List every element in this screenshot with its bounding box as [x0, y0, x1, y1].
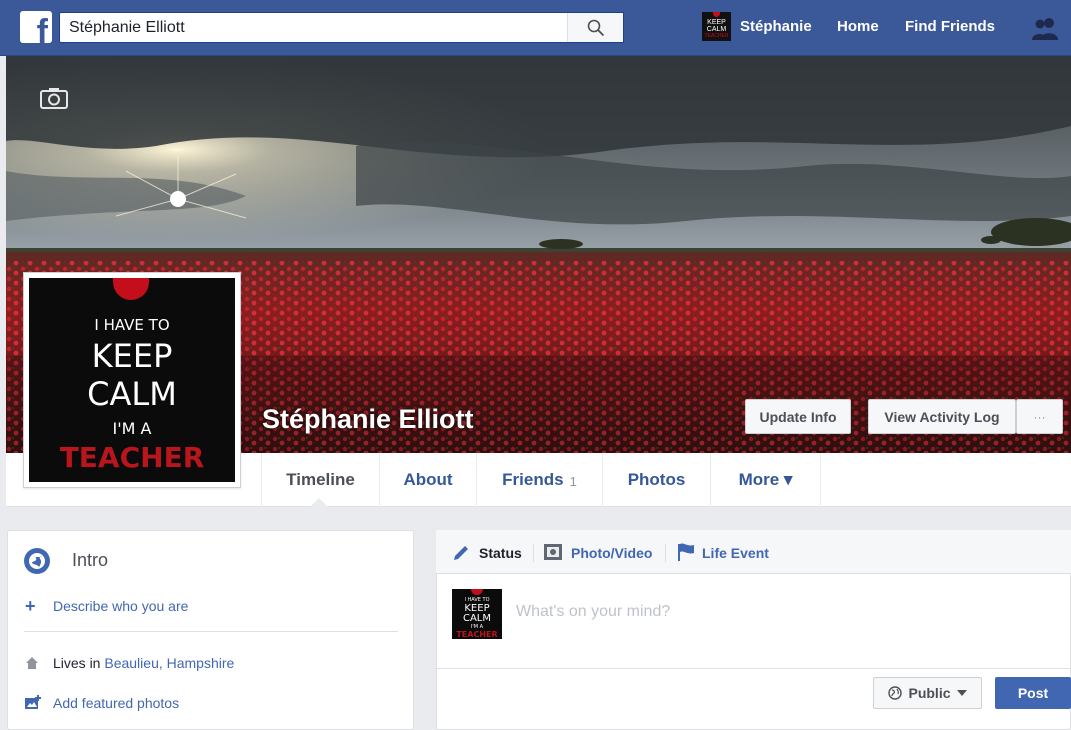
nav-find-friends-link[interactable]: Find Friends [905, 18, 995, 35]
composer-photo-video-tab[interactable]: Photo/Video [571, 545, 652, 561]
composer-avatar[interactable]: I HAVE TO KEEP CALM I'M A TEACHER [452, 589, 502, 639]
photo-add-icon [25, 695, 41, 709]
profile-picture[interactable]: I HAVE TO KEEP CALM I'M A TEACHER [23, 272, 241, 488]
more-options-button[interactable]: ··· [1016, 399, 1063, 434]
friend-requests-icon[interactable] [1030, 16, 1060, 40]
add-featured-photos-link[interactable]: Add featured photos [53, 695, 179, 711]
composer-separator [665, 544, 666, 562]
nav-profile-link[interactable]: Stéphanie [740, 18, 812, 35]
post-button[interactable]: Post [995, 677, 1071, 709]
photo-icon [544, 544, 562, 560]
lives-in-row: Lives in Beaulieu, Hampshire [53, 655, 235, 671]
flag-icon [678, 543, 694, 561]
home-icon [26, 657, 38, 669]
tab-about[interactable]: About [380, 453, 477, 507]
composer-separator [533, 544, 534, 562]
search-box [59, 12, 624, 43]
intro-title: Intro [72, 550, 109, 570]
tab-more[interactable]: More ▾ [711, 453, 821, 507]
lives-in-place-link[interactable]: Beaulieu, Hampshire [104, 655, 234, 671]
audience-selector-button[interactable]: Public [873, 677, 982, 709]
composer-life-event-tab[interactable]: Life Event [702, 545, 769, 561]
top-navigation-bar: f KEEP CALM TEACHER Stéphanie Home Find … [0, 0, 1071, 56]
active-tab-caret [310, 498, 328, 507]
intro-divider [24, 631, 398, 632]
search-icon [587, 19, 604, 36]
pencil-icon [454, 546, 468, 560]
nav-avatar[interactable]: KEEP CALM TEACHER [702, 12, 731, 41]
tab-photos[interactable]: Photos [603, 453, 711, 507]
composer-status-tab[interactable]: Status [479, 545, 522, 561]
plus-icon: + [25, 596, 36, 616]
globe-icon [24, 548, 50, 574]
public-globe-icon [888, 686, 903, 700]
view-activity-log-button[interactable]: View Activity Log [868, 399, 1016, 434]
camera-icon[interactable] [40, 87, 68, 109]
profile-name[interactable]: Stéphanie Elliott [262, 404, 474, 435]
friends-count: 1 [569, 474, 577, 489]
facebook-logo[interactable]: f [20, 11, 52, 43]
describe-who-you-are-link[interactable]: Describe who you are [53, 598, 188, 614]
composer-input[interactable]: What's on your mind? [516, 603, 670, 621]
nav-home-link[interactable]: Home [837, 18, 879, 35]
caret-down-icon [956, 690, 967, 696]
search-input[interactable] [60, 13, 560, 42]
search-button[interactable] [567, 13, 623, 42]
update-info-button[interactable]: Update Info [745, 399, 851, 434]
tab-friends[interactable]: Friends 1 [477, 453, 603, 507]
